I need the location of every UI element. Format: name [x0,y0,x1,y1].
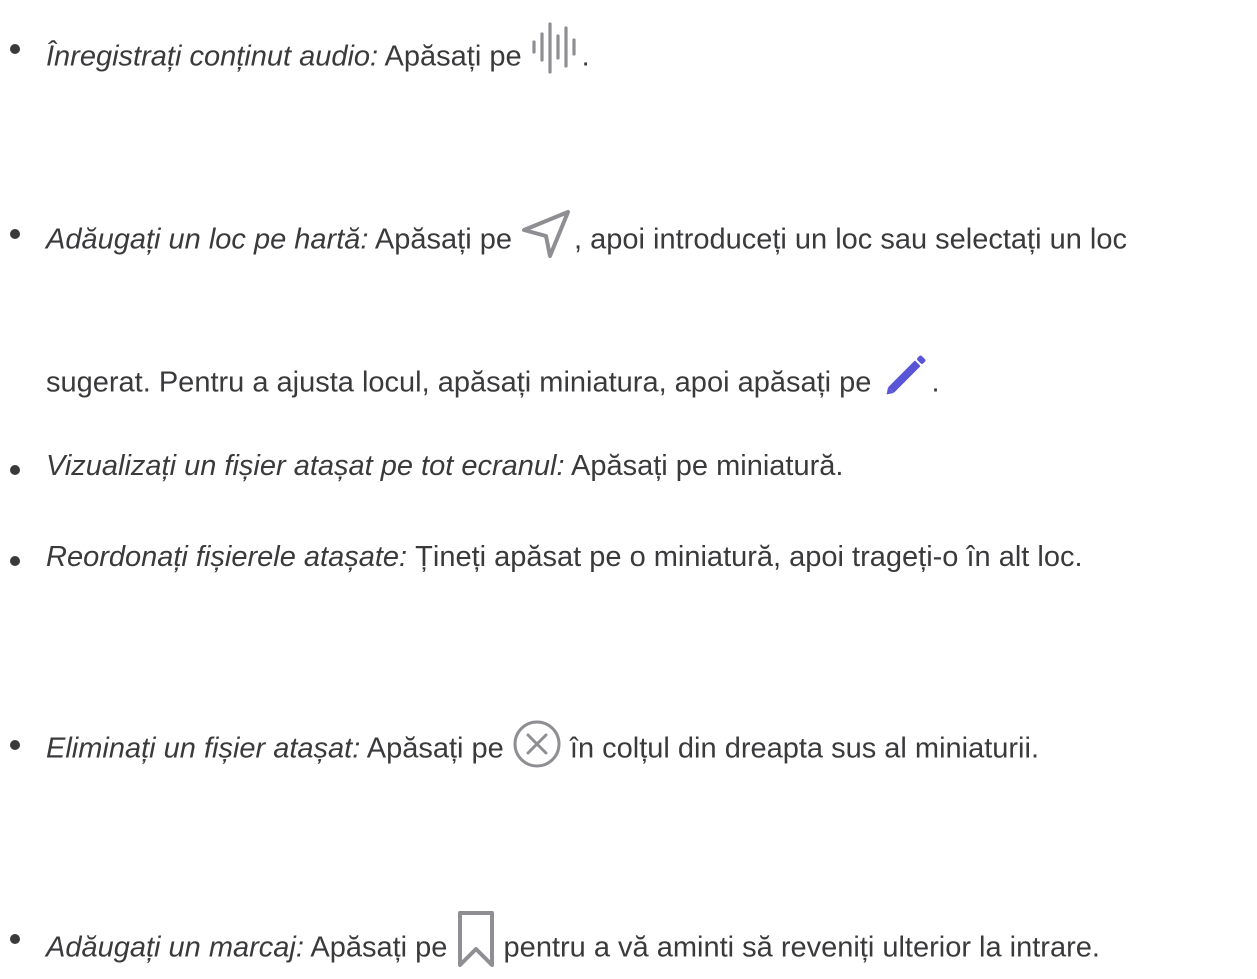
location-arrow-icon [520,208,574,262]
item-lead: Înregistrați conținut audio: [46,40,379,73]
list-item-record-audio: Înregistrați conținut audio: Apăsați pe … [46,22,590,86]
bullet-4 [10,556,20,566]
list-item-add-location: Adăugați un loc pe hartă: Apăsați pe , a… [46,210,1127,268]
item-text-after: în colțul din dreapta sus al miniaturii. [561,732,1040,765]
item-text: Țineți apăsat pe o miniatură, apoi trage… [407,541,1083,573]
list-item-remove-attachment: Eliminați un fișier atașat: Apăsați pe î… [46,720,1040,775]
item-lead: Vizualizați un fișier atașat pe tot ecra… [46,450,565,482]
bullet-1 [10,44,20,54]
item-text: sugerat. Pentru a ajusta locul, apăsați … [46,366,880,399]
item-lead: Eliminați un fișier atașat: [46,732,361,765]
list-item-bookmark: Adăugați un marcaj: Apăsați pe pentru a … [46,911,1100,979]
item-text-after: . [581,40,590,73]
list-item-add-location-line2: sugerat. Pentru a ajusta locul, apăsați … [46,355,940,410]
item-lead: Adăugați un marcaj: [46,931,304,964]
list-item-fullscreen: Vizualizați un fișier atașat pe tot ecra… [46,450,843,483]
bullet-6 [10,934,20,944]
pencil-icon [879,350,931,402]
item-lead: Adăugați un loc pe hartă: [46,223,369,256]
item-text-after: . [931,366,940,399]
item-text: Apăsați pe miniatură. [564,450,844,482]
bullet-3 [10,465,20,475]
item-text-after: pentru a vă aminti să reveniți ulterior … [495,931,1100,964]
close-circle-icon [512,719,562,769]
waveform-icon [530,20,582,76]
item-text: Apăsați pe [378,40,530,73]
item-text: Apăsați pe [303,931,456,964]
bullet-5 [10,740,20,750]
item-text: Apăsați pe [360,732,512,765]
item-text: Apăsați pe [368,223,521,256]
item-text-after: , apoi introduceți un loc sau selectați … [574,223,1127,256]
bullet-2 [10,229,20,239]
list-item-reorder: Reordonați fișierele atașate: Țineți apă… [46,541,1083,574]
item-lead: Reordonați fișierele atașate: [46,541,408,573]
bookmark-icon [456,909,496,969]
